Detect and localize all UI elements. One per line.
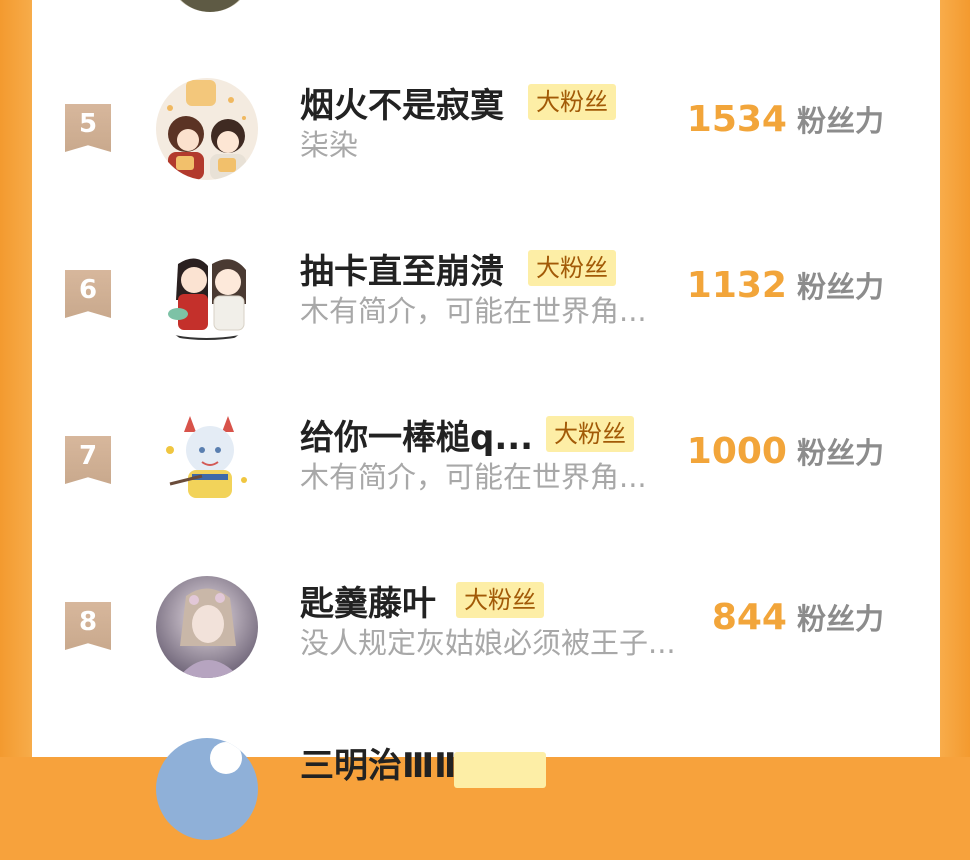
list-item[interactable]: 8 匙羹藤叶 大粉丝 没人规定灰姑娘必须被王子... 844 粉丝力 <box>32 564 940 694</box>
fan-power-score: 1132 粉丝力 <box>687 264 884 306</box>
right-orange-border <box>940 0 970 757</box>
list-item[interactable]: 三明治ⅢⅢ <box>32 730 940 860</box>
fan-power-score: 1534 粉丝力 <box>687 98 884 140</box>
big-fan-badge: 大粉丝 <box>546 416 634 452</box>
fan-ranking-list: 5 烟火不是寂寞 大粉丝 柒染 1534 粉丝力 6 抽卡直至崩溃 大粉丝 木有… <box>32 0 940 840</box>
big-fan-badge: 大粉丝 <box>528 250 616 286</box>
rank-flag: 6 <box>65 270 111 318</box>
avatar[interactable] <box>156 410 258 512</box>
rank-number: 6 <box>78 275 98 305</box>
big-fan-badge: 大粉丝 <box>528 84 616 120</box>
user-name[interactable]: 三明治ⅢⅢ <box>300 738 466 787</box>
avatar[interactable] <box>156 78 258 180</box>
fan-power-value: 1000 <box>686 431 787 472</box>
list-item[interactable]: 6 抽卡直至崩溃 大粉丝 木有简介，可能在世界角... 1132 粉丝力 <box>32 232 940 362</box>
rank-flag: 5 <box>65 104 111 152</box>
big-fan-badge: 大粉丝 <box>456 582 544 618</box>
user-name[interactable]: 给你一棒槌q... <box>300 410 533 459</box>
rank-flag: 8 <box>65 602 111 650</box>
fan-power-label: 粉丝力 <box>796 104 884 138</box>
rank-number: 7 <box>78 441 98 471</box>
user-name[interactable]: 匙羹藤叶 <box>300 576 436 625</box>
fan-power-label: 粉丝力 <box>796 270 884 304</box>
list-item[interactable]: 7 给你一棒槌q... 大粉丝 木有简介，可能在世界角... 1000 粉丝力 <box>32 398 940 528</box>
list-item[interactable]: 5 烟火不是寂寞 大粉丝 柒染 1534 粉丝力 <box>32 66 940 196</box>
big-fan-badge <box>454 752 546 788</box>
avatar[interactable] <box>156 576 258 678</box>
fan-power-label: 粉丝力 <box>796 602 884 636</box>
user-description: 木有简介，可能在世界角... <box>300 460 647 494</box>
fan-power-score: 844 粉丝力 <box>712 596 884 638</box>
fan-power-score: 1000 粉丝力 <box>687 430 884 472</box>
user-name[interactable]: 抽卡直至崩溃 <box>300 244 504 293</box>
fan-power-value: 1534 <box>686 99 787 140</box>
rank-number: 8 <box>78 607 98 637</box>
user-description: 木有简介，可能在世界角... <box>300 294 647 328</box>
rank-flag: 7 <box>65 436 111 484</box>
avatar[interactable] <box>156 244 258 346</box>
fan-power-value: 1132 <box>686 265 787 306</box>
fan-power-label: 粉丝力 <box>796 436 884 470</box>
avatar[interactable] <box>156 738 258 840</box>
left-orange-border <box>0 0 32 757</box>
fan-power-value: 844 <box>711 597 787 638</box>
user-description: 没人规定灰姑娘必须被王子... <box>300 626 676 660</box>
previous-row-avatar <box>170 0 250 12</box>
user-description: 柒染 <box>300 128 359 162</box>
rank-number: 5 <box>78 109 98 139</box>
user-name[interactable]: 烟火不是寂寞 <box>300 78 504 127</box>
